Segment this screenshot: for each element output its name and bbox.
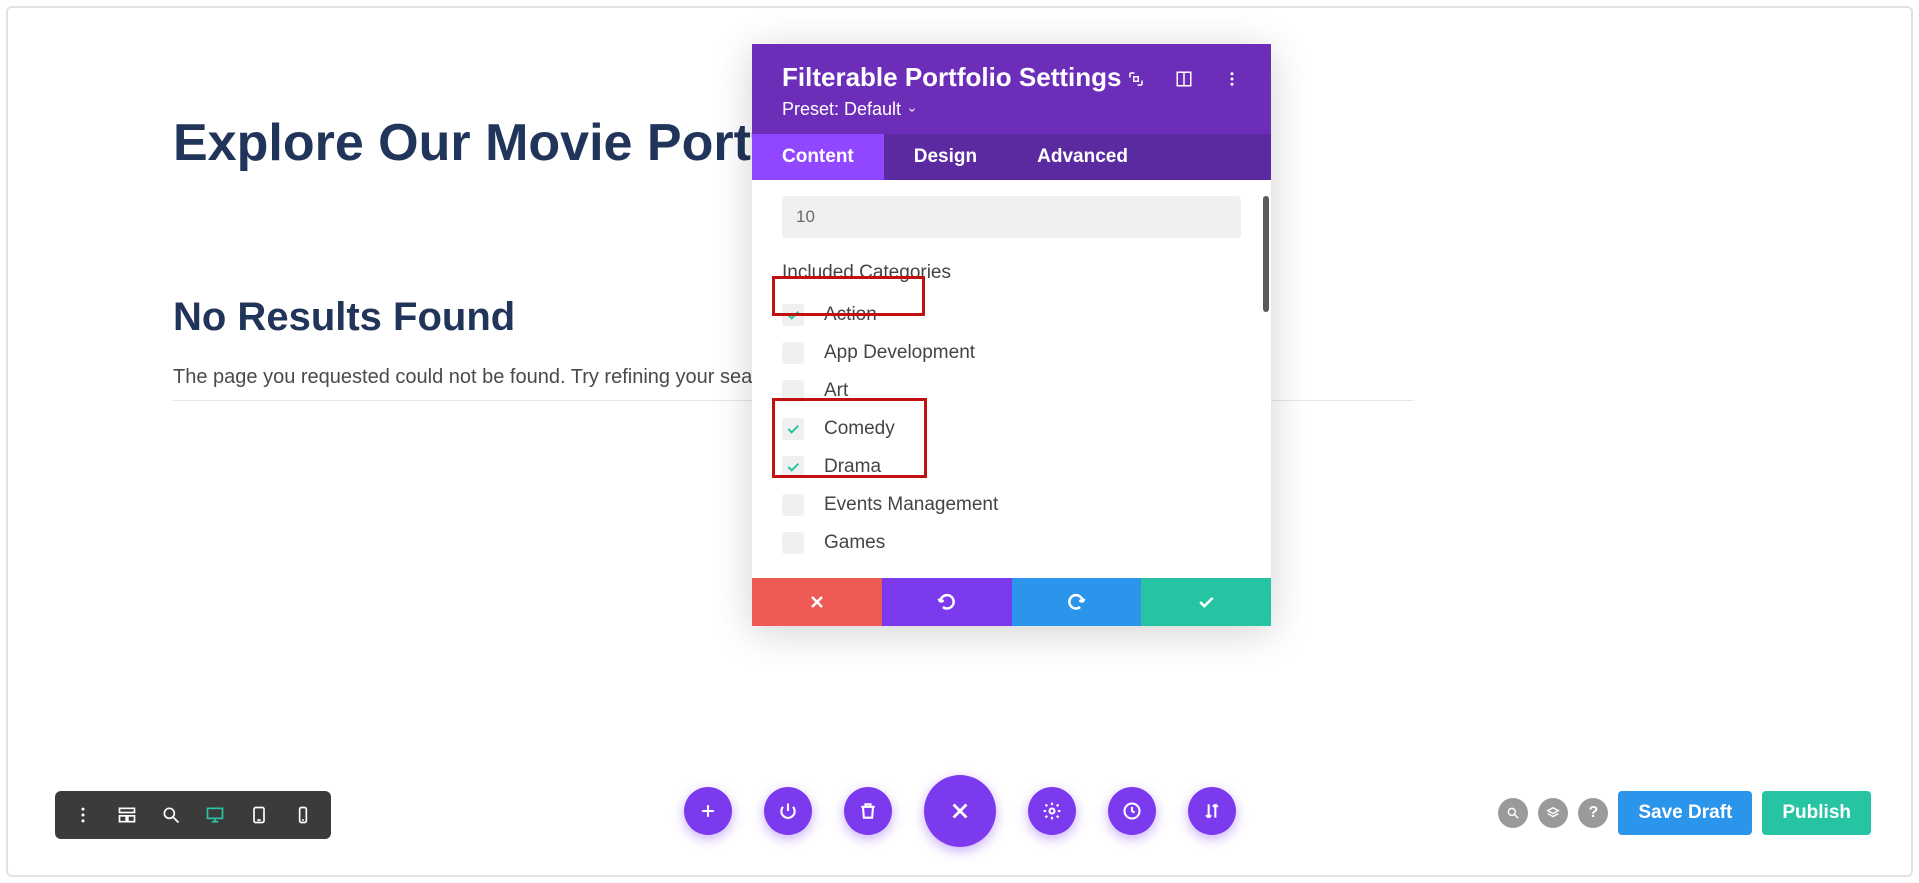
category-row[interactable]: Comedy <box>782 410 1241 448</box>
panel-header-icons <box>1127 62 1241 88</box>
category-label: Drama <box>824 456 881 478</box>
category-row[interactable]: App Development <box>782 334 1241 372</box>
category-label: Art <box>824 380 848 402</box>
view-toolbar <box>55 791 331 839</box>
panel-preset-dropdown[interactable]: Preset: Default <box>782 99 1121 120</box>
panel-scrollbar[interactable] <box>1263 196 1269 312</box>
settings-button[interactable] <box>1028 787 1076 835</box>
category-row[interactable]: Action <box>782 296 1241 334</box>
panel-footer <box>752 578 1271 626</box>
expand-icon[interactable] <box>1127 70 1145 88</box>
tab-content[interactable]: Content <box>752 134 884 180</box>
category-checkbox[interactable] <box>782 456 804 478</box>
categories-list: Action App Development Art Comedy Drama Event… <box>782 296 1241 562</box>
app-frame: Explore Our Movie Portfolio No Results F… <box>6 6 1913 877</box>
save-draft-button[interactable]: Save Draft <box>1618 791 1752 835</box>
toolbar-more-button[interactable] <box>63 795 103 835</box>
category-row[interactable]: Games <box>782 524 1241 562</box>
category-label: Games <box>824 532 885 554</box>
category-label: Events Management <box>824 494 998 516</box>
add-button[interactable] <box>684 787 732 835</box>
power-button[interactable] <box>764 787 812 835</box>
tab-advanced[interactable]: Advanced <box>1007 134 1158 180</box>
panel-more-icon[interactable] <box>1223 70 1241 88</box>
sort-button[interactable] <box>1188 787 1236 835</box>
category-checkbox[interactable] <box>782 494 804 516</box>
panel-cancel-button[interactable] <box>752 578 882 626</box>
panel-preset-label: Preset: Default <box>782 99 901 120</box>
category-row[interactable]: Drama <box>782 448 1241 486</box>
category-checkbox[interactable] <box>782 342 804 364</box>
settings-panel: Filterable Portfolio Settings Preset: De… <box>752 44 1271 626</box>
right-actions: ? Save Draft Publish <box>1498 791 1871 835</box>
snap-icon[interactable] <box>1175 70 1193 88</box>
category-label: Comedy <box>824 418 895 440</box>
wireframe-view-button[interactable] <box>107 795 147 835</box>
included-categories-label: Included Categories <box>782 262 1241 284</box>
category-row[interactable]: Events Management <box>782 486 1241 524</box>
category-label: Action <box>824 304 877 326</box>
panel-header[interactable]: Filterable Portfolio Settings Preset: De… <box>752 44 1271 134</box>
layers-mini-button[interactable] <box>1538 798 1568 828</box>
panel-undo-button[interactable] <box>882 578 1012 626</box>
tablet-view-button[interactable] <box>239 795 279 835</box>
category-row[interactable]: Art <box>782 372 1241 410</box>
category-checkbox[interactable] <box>782 304 804 326</box>
builder-actions <box>684 775 1236 847</box>
search-mini-button[interactable] <box>1498 798 1528 828</box>
tab-design[interactable]: Design <box>884 134 1007 180</box>
panel-redo-button[interactable] <box>1012 578 1142 626</box>
desktop-view-button[interactable] <box>195 795 235 835</box>
category-checkbox[interactable] <box>782 380 804 402</box>
no-results-text: The page you requested could not be foun… <box>173 366 809 389</box>
panel-tabs: Content Design Advanced <box>752 134 1271 180</box>
posts-count-input[interactable] <box>782 196 1241 238</box>
panel-title: Filterable Portfolio Settings <box>782 62 1121 93</box>
category-label: App Development <box>824 342 975 364</box>
zoom-button[interactable] <box>151 795 191 835</box>
panel-confirm-button[interactable] <box>1141 578 1271 626</box>
panel-body: Included Categories Action App Developmen… <box>752 180 1271 578</box>
category-checkbox[interactable] <box>782 532 804 554</box>
publish-button[interactable]: Publish <box>1762 791 1871 835</box>
close-builder-button[interactable] <box>924 775 996 847</box>
trash-button[interactable] <box>844 787 892 835</box>
chevron-down-icon <box>907 105 917 115</box>
help-mini-button[interactable]: ? <box>1578 798 1608 828</box>
no-results-heading: No Results Found <box>173 295 515 340</box>
history-button[interactable] <box>1108 787 1156 835</box>
category-checkbox[interactable] <box>782 418 804 440</box>
phone-view-button[interactable] <box>283 795 323 835</box>
